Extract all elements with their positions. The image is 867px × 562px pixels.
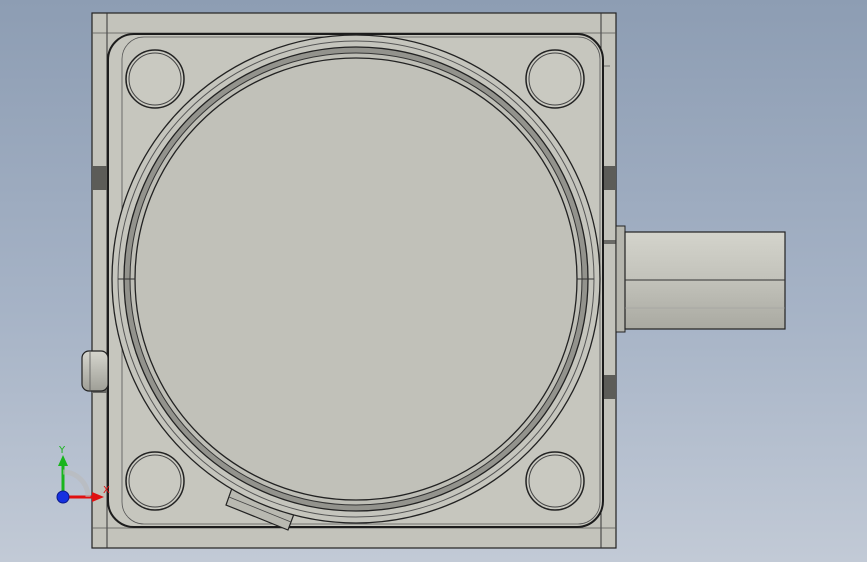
triad-z-axis [56,490,70,504]
mount-hole-top-right [525,49,585,109]
mount-hole-top-left [125,49,185,109]
left-slot-upper [92,166,107,190]
triad-y-label: Y [58,445,66,456]
mount-hole-bottom-left [125,451,185,511]
main-cover-ring [111,34,601,524]
graphics-viewport[interactable]: Y X [0,0,867,562]
output-shaft[interactable] [615,225,786,333]
triad-x-label: X [103,485,110,496]
triad-y-arrow [58,455,68,466]
shaft-collar [615,225,626,333]
mount-hole-bottom-right [525,451,585,511]
gearbox-model[interactable] [91,12,617,549]
left-stub-shaft[interactable] [81,350,109,392]
